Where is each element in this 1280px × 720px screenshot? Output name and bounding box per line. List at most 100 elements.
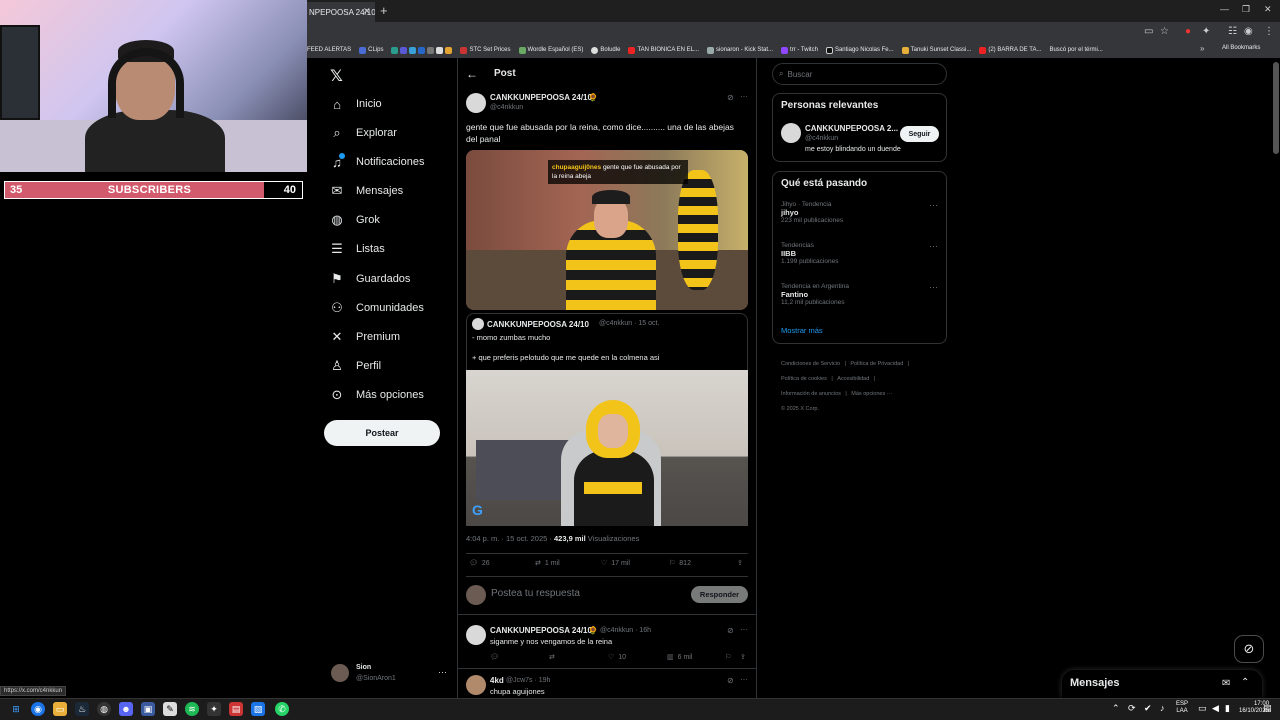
- share-action[interactable]: ⇪: [737, 559, 743, 567]
- extension-icon[interactable]: ●: [1185, 26, 1191, 37]
- nav-item-communities[interactable]: ⚇ Comunidades: [330, 295, 424, 321]
- profile-name[interactable]: Sion: [356, 664, 371, 671]
- nav-item-grok[interactable]: ◍ Grok: [330, 207, 380, 233]
- tab-search-icon[interactable]: ☷: [1228, 26, 1237, 37]
- nav-item-more[interactable]: ⊙ Más opciones: [330, 382, 424, 408]
- spotify-icon[interactable]: ≋: [185, 702, 199, 716]
- reply-icon[interactable]: 💬︎: [490, 653, 499, 661]
- bookmark-item[interactable]: Wordle Español (ES): [518, 46, 583, 54]
- tray-app-icon[interactable]: ⟳: [1128, 703, 1136, 714]
- bookmark-item[interactable]: Boludle: [591, 46, 620, 54]
- menu-dots-icon[interactable]: ⋮: [1264, 26, 1274, 37]
- nav-item-notifications[interactable]: ♫ Notificaciones: [330, 149, 424, 175]
- profile-icon[interactable]: ◉: [1244, 26, 1253, 37]
- app-icon[interactable]: ▣: [141, 702, 155, 716]
- battery-icon[interactable]: ▮: [1225, 703, 1230, 714]
- post-author[interactable]: CANKKUNPEPOOSA 24/10: [490, 93, 592, 102]
- footer-link[interactable]: Política de cookies: [781, 376, 827, 382]
- bookmark-item[interactable]: Tanuki Sunset Classi...: [901, 46, 971, 54]
- bookmark-item[interactable]: Santiago Nicolas Fe...: [825, 46, 894, 54]
- trend-item[interactable]: Tendencia en Argentina Fantino 11,2 mil …: [781, 283, 849, 306]
- discord-icon[interactable]: ☻: [119, 702, 133, 716]
- nav-item-explore[interactable]: ⌕ Explorar: [330, 120, 397, 146]
- post-handle[interactable]: @c4nkkun: [490, 104, 523, 111]
- bookmark-item[interactable]: sionaron - Kick Stat...: [707, 46, 773, 54]
- maximize-icon[interactable]: ❐: [1242, 4, 1250, 15]
- x-logo-icon[interactable]: 𝕏: [330, 66, 343, 86]
- bookmark-item[interactable]: CLips: [359, 46, 383, 54]
- trend-more-icon[interactable]: ···: [929, 282, 938, 292]
- post-media-image[interactable]: chupaaguij0nes gente que fue abusada por…: [466, 150, 748, 310]
- whatsapp-icon[interactable]: ✆: [275, 702, 289, 716]
- nav-item-lists[interactable]: ☰ Listas: [330, 236, 385, 262]
- bookmarks-overflow-icon[interactable]: »: [1200, 44, 1204, 53]
- app-icon[interactable]: ✦: [207, 702, 221, 716]
- profile-handle[interactable]: @SionAron1: [356, 675, 396, 682]
- tray-app-icon[interactable]: ✔: [1144, 703, 1152, 714]
- extensions-puzzle-icon[interactable]: ✦: [1202, 26, 1210, 37]
- nav-item-bookmarks[interactable]: ⚑ Guardados: [330, 266, 410, 292]
- bookmark-item[interactable]: Buscó por el térmi...: [1049, 47, 1102, 53]
- bookmark-item[interactable]: TAN BIONICA EN EL...: [628, 46, 699, 54]
- back-arrow-icon[interactable]: ←: [466, 67, 478, 81]
- minimize-icon[interactable]: —: [1220, 4, 1229, 14]
- bookmark-item[interactable]: STC Set Prices: [460, 46, 511, 54]
- volume-icon[interactable]: ◀: [1212, 703, 1219, 714]
- bookmark-item[interactable]: (2) BARRA DE TA...: [979, 46, 1041, 54]
- file-explorer-icon[interactable]: ▭: [53, 702, 67, 716]
- share-icon[interactable]: ⇪: [740, 653, 746, 661]
- reply-button[interactable]: Responder: [691, 586, 748, 603]
- grok-explain-icon[interactable]: ⊘: [727, 626, 734, 635]
- trend-more-icon[interactable]: ···: [929, 200, 938, 210]
- views-action[interactable]: ▥ 6 mil: [667, 653, 692, 662]
- avatar[interactable]: [331, 664, 349, 682]
- footer-link[interactable]: Condiciones de Servicio: [781, 361, 840, 367]
- follow-button[interactable]: Seguir: [900, 126, 939, 142]
- profile-more-icon[interactable]: ···: [438, 667, 447, 677]
- trend-item[interactable]: Jihyo · Tendencia jihyo 223 mil publicac…: [781, 201, 843, 224]
- language-indicator[interactable]: ESP LAA: [1176, 701, 1188, 715]
- app-icon[interactable]: ▤: [229, 702, 243, 716]
- all-bookmarks-link[interactable]: All Bookmarks: [1222, 45, 1260, 51]
- search-input[interactable]: ⌕ Buscar: [772, 63, 947, 85]
- grok-explain-icon[interactable]: ⊘: [727, 93, 734, 102]
- microphone-icon[interactable]: ♪: [1160, 703, 1165, 713]
- nav-item-messages[interactable]: ✉ Mensajes: [330, 178, 404, 204]
- bookmark-action[interactable]: ⚐ 812: [669, 559, 691, 568]
- network-icon[interactable]: ▭: [1198, 703, 1207, 714]
- bookmark-icon[interactable]: ⚐: [725, 653, 731, 661]
- chrome-icon[interactable]: ◉: [31, 702, 45, 716]
- reply-input[interactable]: Postea tu respuesta: [491, 588, 580, 599]
- star-icon[interactable]: ☆: [1160, 26, 1169, 37]
- relevant-handle[interactable]: @c4nkkun: [805, 135, 838, 142]
- nav-item-profile[interactable]: ♙ Perfil: [330, 353, 381, 379]
- tab-close-icon[interactable]: ✕: [363, 6, 371, 17]
- nav-item-premium[interactable]: ✕ Premium: [330, 324, 400, 350]
- relevant-name[interactable]: CANKKUNPEPOOSA 2...: [805, 124, 898, 133]
- footer-link[interactable]: Más opciones ···: [851, 391, 892, 397]
- like-action[interactable]: ♡ 10: [608, 653, 626, 662]
- post-button[interactable]: Postear: [324, 420, 440, 446]
- grok-fab-icon[interactable]: ⊘: [1234, 635, 1264, 663]
- avatar[interactable]: [466, 93, 486, 113]
- reply-author[interactable]: 4kd: [490, 676, 504, 685]
- trend-item[interactable]: Tendencias IIBB 1.199 publicaciones: [781, 242, 838, 265]
- expand-icon[interactable]: ⌃: [1241, 677, 1249, 688]
- repost-icon[interactable]: ⇄: [549, 653, 555, 661]
- tray-chevron-icon[interactable]: ⌃: [1112, 703, 1120, 714]
- more-options-icon[interactable]: ···: [740, 675, 748, 684]
- trend-more-icon[interactable]: ···: [929, 241, 938, 251]
- avatar[interactable]: [466, 625, 486, 645]
- windows-start-icon[interactable]: ⊞: [9, 702, 23, 716]
- bookmark-icon-only[interactable]: [391, 46, 453, 54]
- footer-link[interactable]: Información de anuncios: [781, 391, 841, 397]
- show-more-link[interactable]: Mostrar más: [781, 326, 823, 335]
- avatar[interactable]: [781, 123, 801, 143]
- window-close-icon[interactable]: ✕: [1264, 4, 1272, 15]
- app-icon[interactable]: ▧: [251, 702, 265, 716]
- notification-icon[interactable]: ▤: [1263, 703, 1272, 714]
- more-options-icon[interactable]: ···: [740, 92, 748, 101]
- reply-author[interactable]: CANKKUNPEPOOSA 24/10: [490, 626, 592, 635]
- cast-icon[interactable]: ▭: [1144, 26, 1153, 37]
- scrollbar[interactable]: [1273, 62, 1279, 154]
